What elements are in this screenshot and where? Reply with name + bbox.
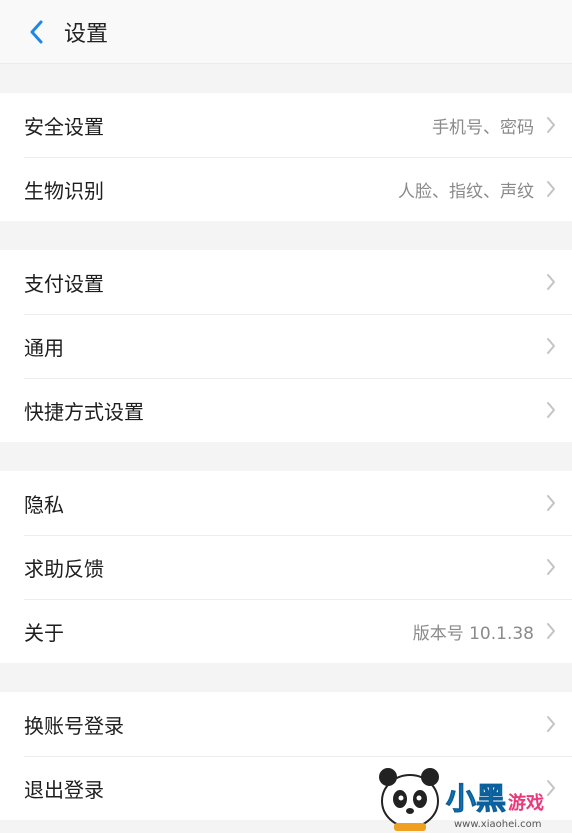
settings-item-label: 隐私 (24, 492, 64, 517)
settings-item-label: 退出登录 (24, 777, 104, 802)
settings-group-privacy: 隐私 求助反馈 关于 版本号 10.1.38 (0, 471, 572, 663)
top-bar: 设置 (0, 0, 572, 64)
svg-text:www.xiaohei.com: www.xiaohei.com (454, 819, 542, 830)
chevron-right-icon (544, 556, 558, 578)
settings-item-label: 求助反馈 (24, 556, 104, 581)
section-gap (0, 64, 572, 93)
chevron-right-icon (544, 777, 558, 799)
settings-item-label: 关于 (24, 620, 64, 645)
settings-item-about[interactable]: 关于 版本号 10.1.38 (0, 599, 572, 663)
chevron-right-icon (544, 178, 558, 200)
chevron-right-icon (544, 713, 558, 735)
settings-item-logout[interactable]: 退出登录 (0, 756, 572, 820)
chevron-right-icon (544, 114, 558, 136)
chevron-right-icon (544, 399, 558, 421)
settings-item-value: 版本号 10.1.38 (412, 623, 534, 644)
settings-item-switch-account[interactable]: 换账号登录 (0, 692, 572, 756)
section-gap (0, 663, 572, 692)
settings-item-label: 换账号登录 (24, 713, 124, 738)
back-button[interactable] (14, 0, 58, 64)
settings-item-label: 安全设置 (24, 114, 104, 139)
settings-item-label: 快捷方式设置 (24, 399, 144, 424)
settings-item-security[interactable]: 安全设置 手机号、密码 (0, 93, 572, 157)
chevron-right-icon (544, 620, 558, 642)
settings-group-account: 安全设置 手机号、密码 生物识别 人脸、指纹、声纹 (0, 93, 572, 221)
settings-item-payment[interactable]: 支付设置 (0, 250, 572, 314)
chevron-right-icon (544, 271, 558, 293)
settings-item-privacy[interactable]: 隐私 (0, 471, 572, 535)
settings-item-biometrics[interactable]: 生物识别 人脸、指纹、声纹 (0, 157, 572, 221)
settings-item-label: 生物识别 (24, 178, 104, 203)
settings-item-label: 通用 (24, 335, 64, 360)
settings-item-value: 手机号、密码 (432, 117, 534, 138)
section-gap (0, 442, 572, 471)
settings-group-session: 换账号登录 退出登录 (0, 692, 572, 820)
settings-group-general: 支付设置 通用 快捷方式设置 (0, 250, 572, 442)
settings-item-shortcuts[interactable]: 快捷方式设置 (0, 378, 572, 442)
settings-item-value: 人脸、指纹、声纹 (398, 181, 534, 202)
page-title: 设置 (64, 21, 109, 47)
chevron-right-icon (544, 335, 558, 357)
settings-item-feedback[interactable]: 求助反馈 (0, 535, 572, 599)
section-gap (0, 221, 572, 250)
settings-item-label: 支付设置 (24, 271, 104, 296)
settings-item-general[interactable]: 通用 (0, 314, 572, 378)
chevron-right-icon (544, 492, 558, 514)
chevron-left-icon (30, 20, 43, 43)
